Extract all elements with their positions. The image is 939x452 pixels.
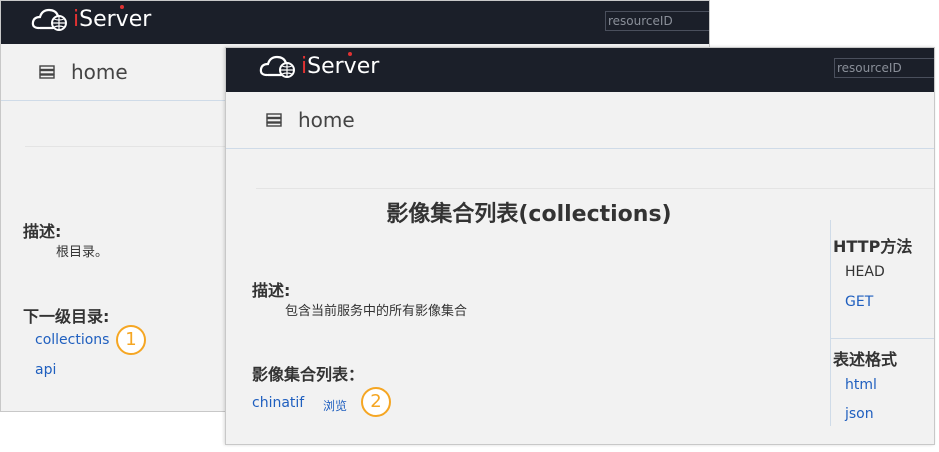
http-methods-heading: HTTP方法 <box>833 237 913 256</box>
logo[interactable]: iServer <box>31 6 151 32</box>
chinatif-link[interactable]: chinatif <box>252 395 304 411</box>
home-link[interactable]: home <box>298 108 355 132</box>
format-json-link[interactable]: json <box>845 406 874 422</box>
divider <box>831 338 934 339</box>
top-bar: iServer resourceID <box>226 48 934 92</box>
divider <box>25 146 225 147</box>
description-heading: 描述: <box>23 222 62 241</box>
resource-id-search-input[interactable]: resourceID <box>605 11 709 31</box>
server-list-icon <box>39 65 55 79</box>
home-link[interactable]: home <box>71 60 128 84</box>
top-bar: iServer resourceID <box>1 1 709 44</box>
formats-heading: 表述格式 <box>833 350 898 369</box>
browse-link[interactable]: 浏览 <box>323 397 347 414</box>
divider <box>256 188 934 189</box>
logo-text: iServer <box>301 53 380 79</box>
http-method-get-link[interactable]: GET <box>845 294 873 310</box>
home-bar: home <box>226 92 934 149</box>
collection-list-heading: 影像集合列表： <box>252 365 365 384</box>
server-list-icon <box>266 113 282 127</box>
format-html-link[interactable]: html <box>845 377 877 393</box>
api-link[interactable]: api <box>35 362 56 378</box>
description-heading: 描述: <box>252 281 291 300</box>
cloud-globe-logo-icon <box>259 55 295 78</box>
collections-link[interactable]: collections <box>35 332 109 348</box>
side-panel: HTTP方法 HEAD GET 表述格式 html json <box>830 220 934 426</box>
step-badge-1: 1 <box>116 325 146 355</box>
step-badge-2: 2 <box>361 387 391 417</box>
logo[interactable]: iServer <box>259 53 379 79</box>
children-heading: 下一级目录: <box>23 307 110 326</box>
front-window: iServer resourceID home 影像集合列表(collectio… <box>225 47 935 445</box>
http-method-head: HEAD <box>845 264 885 280</box>
cloud-globe-logo-icon <box>31 8 67 31</box>
logo-text: iServer <box>73 6 152 32</box>
page-title: 影像集合列表(collections) <box>386 202 672 227</box>
resource-id-search-input[interactable]: resourceID <box>834 58 934 78</box>
description-text: 包含当前服务中的所有影像集合 <box>285 304 468 319</box>
description-text: 根目录。 <box>56 245 109 260</box>
